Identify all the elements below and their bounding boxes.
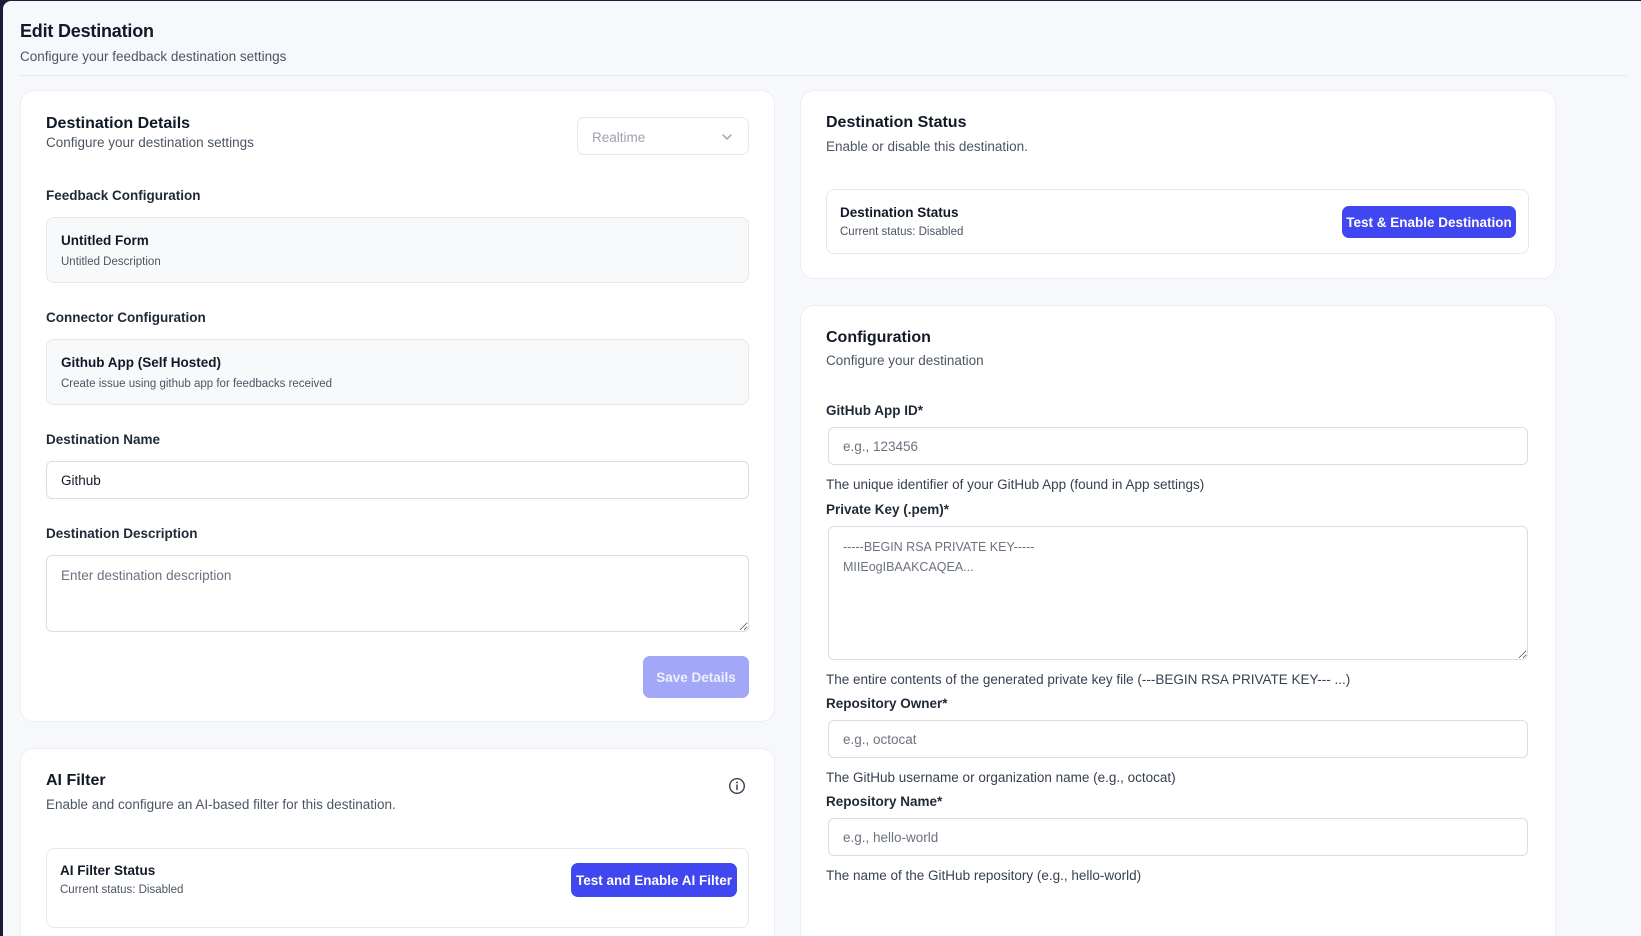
destination-description-input[interactable] — [46, 555, 749, 632]
ai-filter-status-title: AI Filter Status — [60, 863, 156, 878]
connector-desc: Create issue using github app for feedba… — [61, 378, 333, 390]
ai-filter-status-box: AI Filter Status Current status: Disable… — [46, 848, 749, 928]
test-enable-destination-button[interactable]: Test & Enable Destination — [1342, 206, 1516, 238]
details-title: Destination Details — [46, 115, 191, 132]
app-frame: Edit Destination Configure your feedback… — [3, 1, 1641, 936]
destination-name-input[interactable] — [46, 461, 749, 499]
private-key-input[interactable] — [828, 526, 1528, 660]
app-id-input[interactable] — [828, 427, 1528, 465]
destination-status-desc: Current status: Disabled — [840, 226, 964, 238]
repo-owner-label: Repository Owner* — [826, 696, 948, 711]
page-title: Edit Destination — [20, 21, 154, 41]
destination-status-box: Destination Status Current status: Disab… — [826, 189, 1529, 254]
feedback-form-title: Untitled Form — [61, 233, 149, 248]
destination-status-card: Destination Status Enable or disable thi… — [800, 90, 1556, 279]
connector-config-label: Connector Configuration — [46, 310, 206, 325]
page-subtitle: Configure your feedback destination sett… — [20, 49, 287, 64]
mode-select[interactable]: Realtime — [577, 117, 749, 155]
mode-select-value: Realtime — [592, 130, 646, 145]
configuration-card: Configuration Configure your destination… — [800, 305, 1556, 936]
connector-title: Github App (Self Hosted) — [61, 355, 221, 370]
feedback-config-box: Untitled Form Untitled Description — [46, 217, 749, 283]
ai-filter-status-desc: Current status: Disabled — [60, 884, 184, 896]
repo-name-help: The name of the GitHub repository (e.g.,… — [826, 868, 1142, 883]
configuration-subtitle: Configure your destination — [826, 353, 984, 368]
repo-owner-help: The GitHub username or organization name… — [826, 770, 1176, 785]
destination-status-title: Destination Status — [840, 205, 959, 220]
repo-owner-input[interactable] — [828, 720, 1528, 758]
page-header: Edit Destination Configure your feedback… — [20, 21, 1627, 76]
configuration-title: Configuration — [826, 329, 931, 346]
private-key-help: The entire contents of the generated pri… — [826, 672, 1351, 687]
ai-filter-title: AI Filter — [46, 772, 106, 789]
repo-name-label: Repository Name* — [826, 794, 943, 809]
private-key-label: Private Key (.pem)* — [826, 502, 950, 517]
chevron-down-icon — [722, 134, 732, 140]
ai-filter-card: AI Filter Enable and configure an AI-bas… — [20, 748, 775, 936]
test-enable-ai-filter-button[interactable]: Test and Enable AI Filter — [571, 863, 737, 897]
app-id-label: GitHub App ID* — [826, 403, 923, 418]
app-id-help: The unique identifier of your GitHub App… — [826, 477, 1205, 492]
feedback-config-label: Feedback Configuration — [46, 188, 201, 203]
destination-name-label: Destination Name — [46, 432, 161, 447]
status-card-title: Destination Status — [826, 114, 967, 131]
feedback-form-desc: Untitled Description — [61, 256, 161, 268]
repo-name-input[interactable] — [828, 818, 1528, 856]
connector-config-box: Github App (Self Hosted) Create issue us… — [46, 339, 749, 405]
info-icon[interactable] — [728, 777, 746, 795]
status-card-subtitle: Enable or disable this destination. — [826, 139, 1028, 154]
details-subtitle: Configure your destination settings — [46, 135, 254, 150]
destination-details-card: Destination Details Configure your desti… — [20, 90, 775, 722]
save-details-button[interactable]: Save Details — [643, 656, 749, 698]
ai-filter-subtitle: Enable and configure an AI-based filter … — [46, 797, 396, 812]
destination-description-label: Destination Description — [46, 526, 198, 541]
